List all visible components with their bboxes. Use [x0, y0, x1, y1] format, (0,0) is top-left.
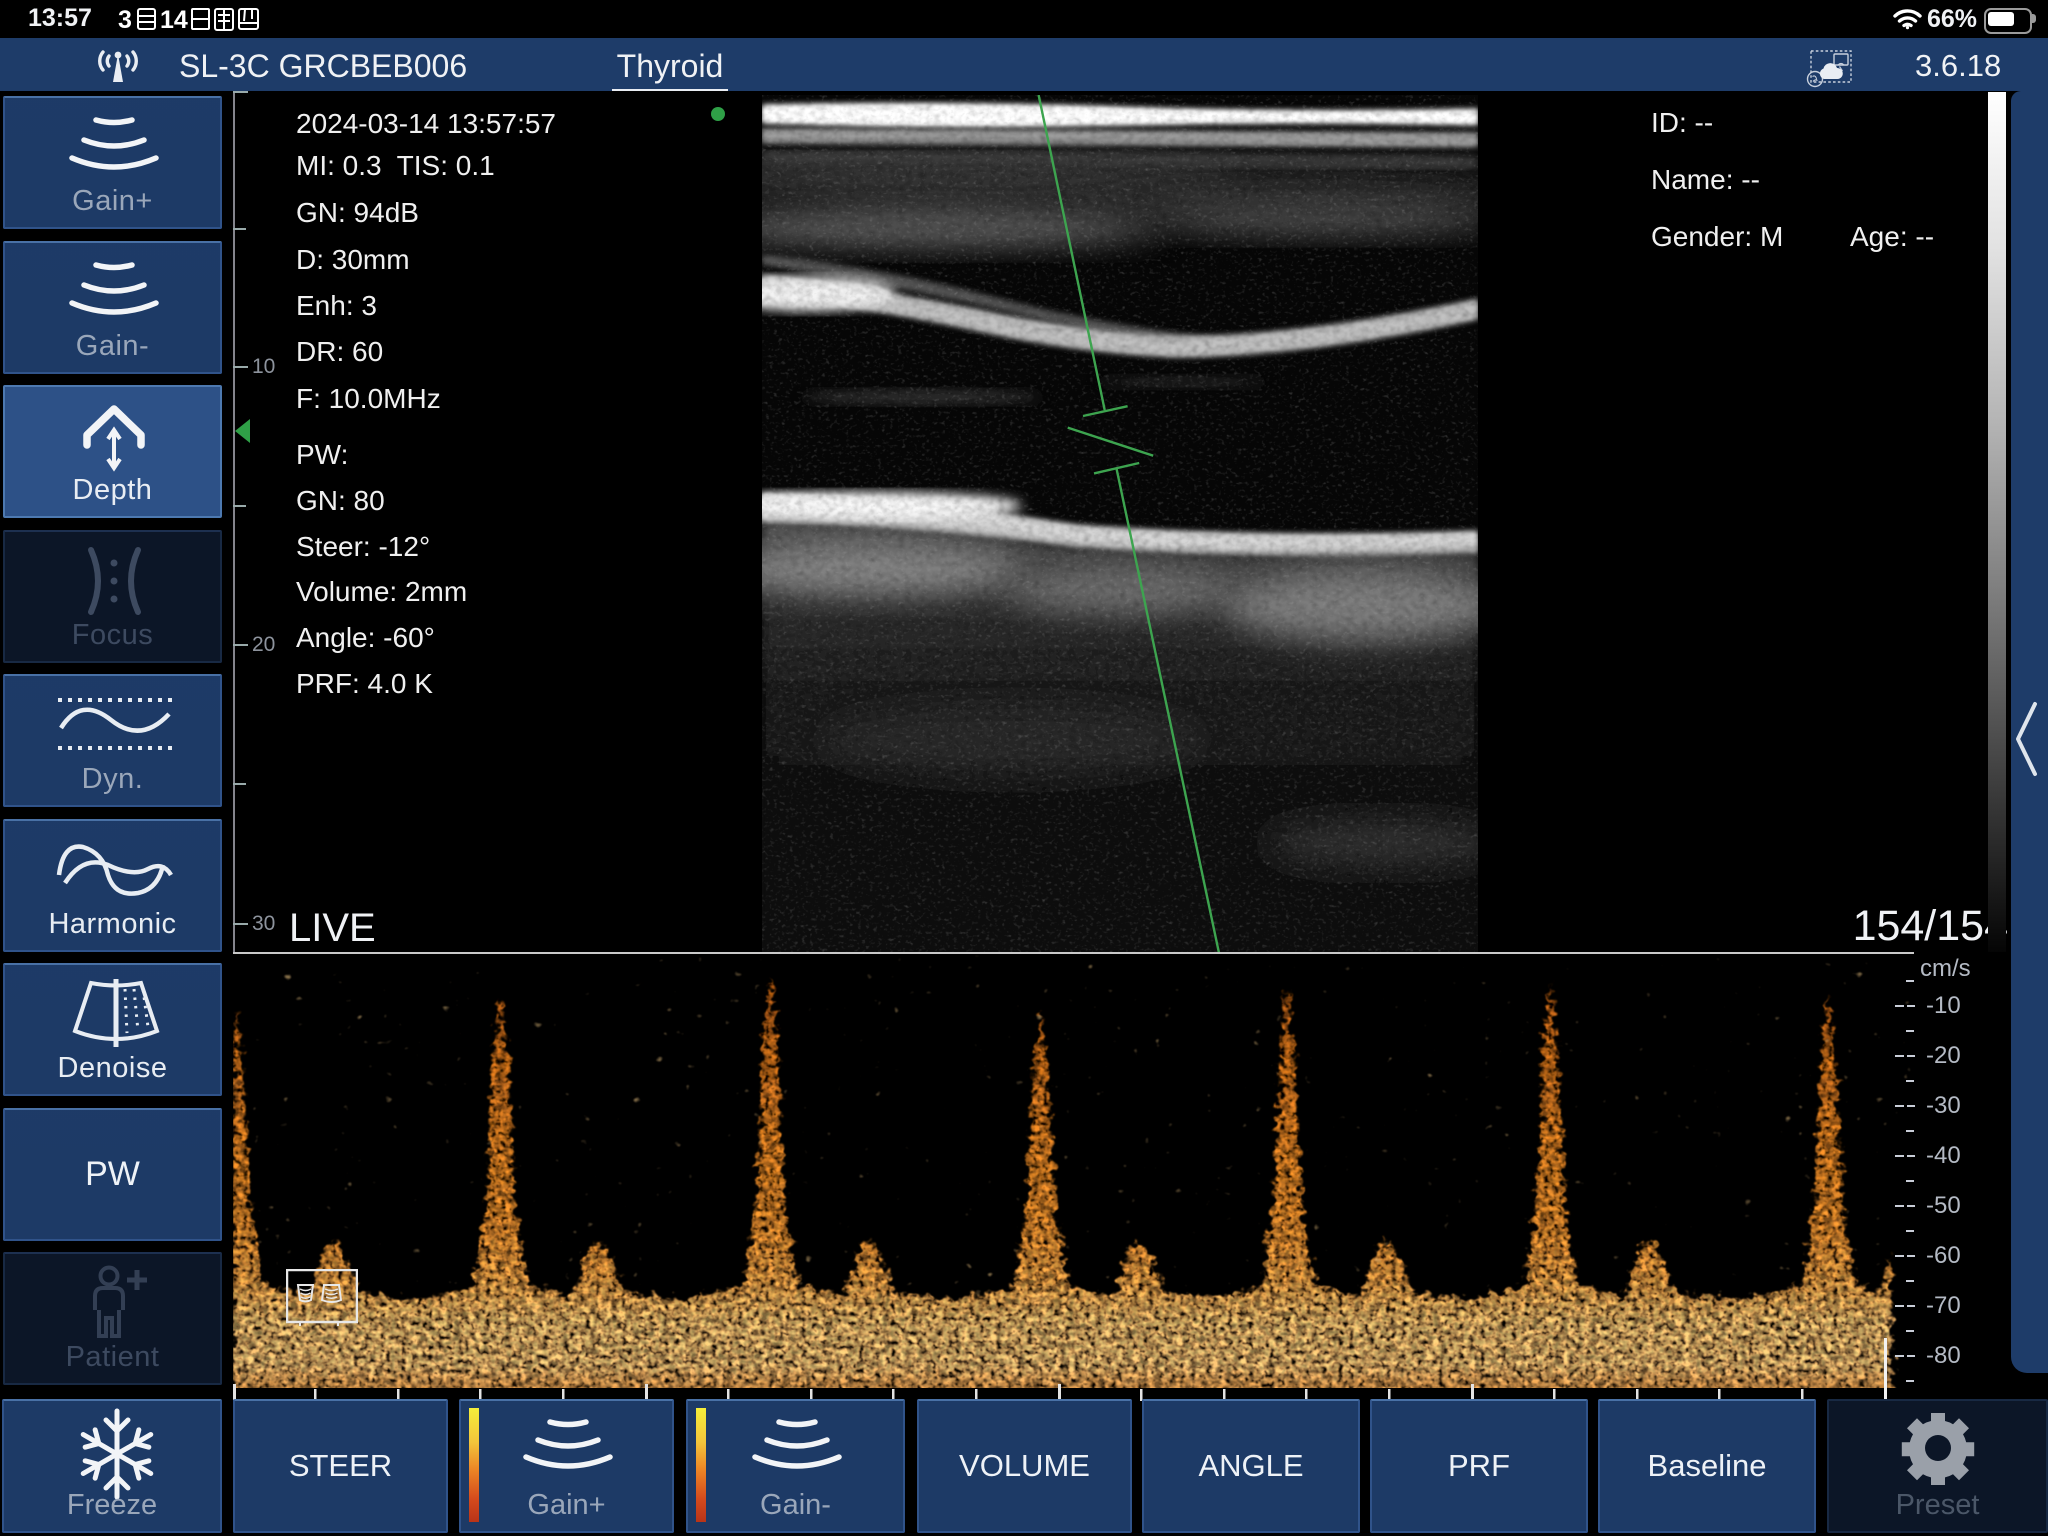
svg-text:14: 14: [160, 6, 188, 34]
svg-text:3: 3: [118, 6, 132, 34]
